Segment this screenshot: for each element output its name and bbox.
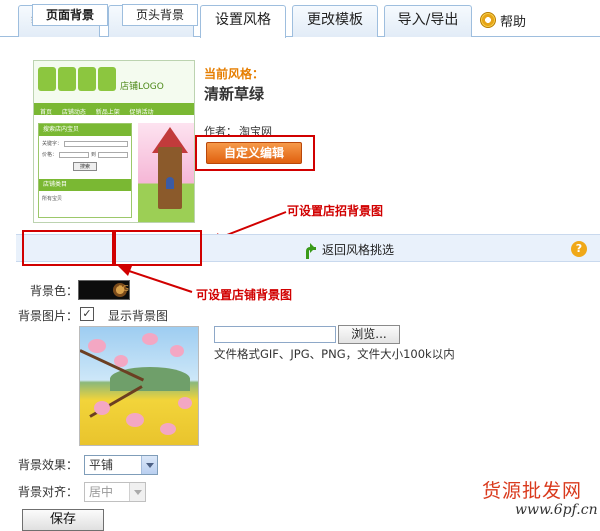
tab-set-style[interactable]: 设置风格 — [200, 5, 286, 38]
tab-import-export[interactable]: 导入/导出 — [384, 5, 472, 37]
preview-keyword-field: 关键字： — [42, 140, 128, 147]
bg-align-label: 背景对齐： — [18, 485, 79, 499]
preview-nav-item: 促销活动 — [129, 109, 154, 116]
file-format-hint: 文件格式GIF、JPG、PNG，文件大小100k以内 — [214, 347, 455, 361]
chevron-down-icon — [141, 456, 157, 474]
save-button[interactable]: 保存 — [22, 509, 104, 531]
back-to-style-select-link[interactable]: 返回风格挑选 — [304, 241, 395, 259]
bg-image-preview — [79, 326, 199, 446]
bg-color-swatch[interactable]: 0G — [78, 280, 130, 300]
help-label: 帮助 — [500, 14, 527, 30]
subtab-header-background[interactable]: 页头背景 — [122, 4, 198, 26]
current-style-name: 清新草绿 — [204, 85, 265, 103]
watermark-title: 货源批发网 — [482, 480, 583, 502]
bg-color-label: 背景色： — [30, 284, 79, 298]
bg-image-file-input[interactable] — [214, 326, 336, 343]
preview-category-title: 店铺类目 — [39, 179, 131, 191]
preview-nav-item: 新品上架 — [95, 109, 120, 116]
bg-align-select[interactable]: 居中 — [84, 482, 146, 502]
gear-icon — [480, 12, 496, 28]
preview-search-title: 搜索店内宝贝 — [39, 124, 131, 136]
subtab-page-background[interactable]: 页面背景 — [32, 4, 108, 26]
tab-change-template[interactable]: 更改模板 — [292, 5, 378, 37]
preview-search-button: 搜索 — [73, 162, 97, 171]
chevron-down-icon — [129, 483, 145, 501]
back-link-label: 返回风格挑选 — [322, 243, 395, 257]
bg-image-label: 背景图片： — [18, 309, 79, 323]
bg-effect-select[interactable]: 平铺 — [84, 455, 158, 475]
style-preview-thumbnail: 店铺LOGO 首页 店铺动态 新品上架 促销活动 搜索店内宝贝 关键字： 价格：… — [33, 60, 195, 223]
show-bg-checkbox[interactable]: ✓ — [80, 307, 94, 321]
show-bg-label: 显示背景图 — [108, 309, 169, 323]
preview-category-item: 所有宝贝 — [42, 196, 63, 202]
bg-align-value: 居中 — [89, 485, 114, 499]
preview-nav-item: 首页 — [40, 109, 53, 116]
help-link[interactable]: 帮助 — [480, 11, 527, 30]
watermark-url: www.6pf.cn — [515, 502, 598, 518]
logo-graphic — [38, 67, 116, 91]
customize-edit-button[interactable]: 自定义编辑 — [206, 142, 302, 164]
bg-effect-value: 平铺 — [89, 458, 114, 472]
preview-price-field: 价格：到 — [42, 151, 128, 158]
preview-nav: 首页 店铺动态 新品上架 促销活动 — [34, 103, 194, 116]
annotation-store-bg: 可设置店铺背景图 — [196, 288, 293, 302]
castle-illustration — [138, 123, 194, 222]
preview-sidebar: 搜索店内宝贝 关键字： 价格：到 搜索 店铺类目 所有宝贝 — [38, 123, 132, 218]
bg-effect-label: 背景效果： — [18, 458, 79, 472]
highlight-box-header-bg — [114, 230, 202, 266]
annotation-banner-bg: 可设置店招背景图 — [287, 204, 384, 218]
help-question-icon[interactable]: ? — [571, 241, 587, 257]
browse-button[interactable]: 浏览... — [338, 325, 400, 344]
preview-header: 店铺LOGO — [34, 61, 194, 103]
preview-logo-text: 店铺LOGO — [120, 82, 164, 92]
return-arrow-icon — [304, 242, 316, 259]
highlight-box-page-bg — [22, 230, 114, 266]
current-style-label: 当前风格： — [204, 67, 265, 81]
preview-nav-item: 店铺动态 — [61, 109, 86, 116]
